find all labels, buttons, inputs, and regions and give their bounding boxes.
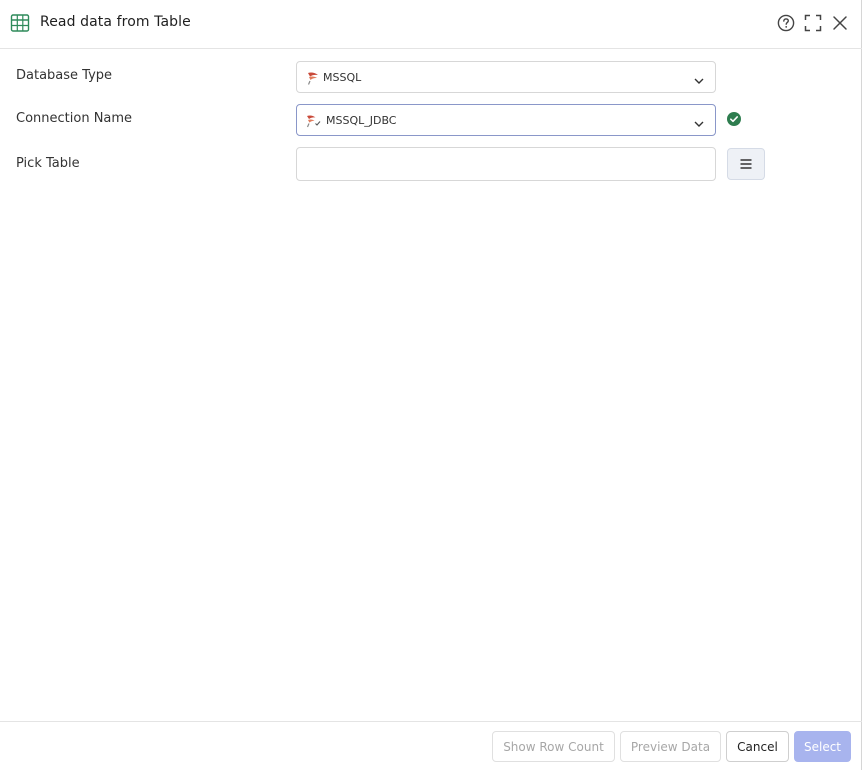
connection-name-label: Connection Name [16,111,133,126]
close-icon[interactable] [830,13,850,33]
dialog-header: Read data from Table [0,0,862,49]
select-button[interactable]: Select [794,731,851,762]
connection-ok-icon [727,111,741,126]
chevron-down-icon [693,115,705,127]
fullscreen-icon[interactable] [803,13,823,33]
pick-table-input[interactable] [296,147,716,181]
menu-icon [740,159,752,169]
connection-name-select[interactable]: MSSQL_JDBC [296,104,716,136]
pick-table-label: Pick Table [16,156,80,171]
database-type-select[interactable]: MSSQL [296,61,716,93]
database-type-value: MSSQL [323,71,362,84]
connection-name-value: MSSQL_JDBC [326,114,397,127]
dialog-title: Read data from Table [40,14,191,30]
help-icon[interactable] [776,13,796,33]
table-icon [10,13,30,33]
browse-tables-button[interactable] [727,148,765,180]
mssql-icon [305,70,321,86]
cancel-button[interactable]: Cancel [726,731,789,762]
mssql-connection-icon [305,113,321,129]
preview-data-button[interactable]: Preview Data [620,731,721,762]
database-type-label: Database Type [16,68,113,83]
read-table-dialog: Read data from Table Database Type MSSQL… [0,0,862,770]
chevron-down-icon [693,72,705,84]
show-row-count-button[interactable]: Show Row Count [492,731,615,762]
